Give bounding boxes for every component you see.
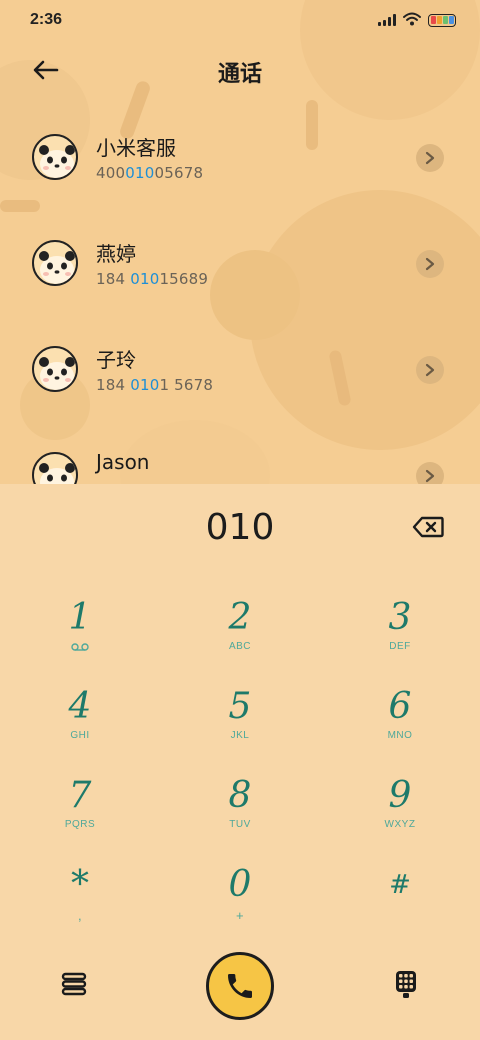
chevron-right-icon[interactable]	[416, 462, 444, 484]
key-2[interactable]: 2 ABC	[180, 596, 300, 676]
avatar	[32, 452, 78, 484]
status-bar: 2:36	[0, 0, 480, 40]
chevron-right-icon[interactable]	[416, 356, 444, 384]
key-7[interactable]: 7 PQRS	[20, 774, 140, 854]
key-6[interactable]: 6 MNO	[340, 685, 460, 765]
key-9[interactable]: 9 WXYZ	[340, 774, 460, 854]
contact-name: 燕婷	[96, 242, 136, 266]
key-8[interactable]: 8 TUV	[180, 774, 300, 854]
backspace-icon[interactable]	[408, 512, 448, 542]
contact-row[interactable]: 燕婷 184 01015689	[0, 210, 480, 316]
status-time: 2:36	[30, 11, 63, 28]
wifi-icon	[403, 11, 421, 30]
key-4[interactable]: 4 GHI	[20, 685, 140, 765]
voicemail-icon	[71, 643, 89, 651]
header: 通话	[0, 44, 480, 96]
phone-icon	[228, 974, 252, 998]
avatar	[32, 134, 78, 180]
menu-icon[interactable]	[58, 968, 90, 1000]
contact-name: 小米客服	[96, 136, 176, 160]
contact-name: Jason	[96, 450, 150, 474]
key-5[interactable]: 5 JKL	[180, 685, 300, 765]
contact-row[interactable]: 子玲 184 0101 5678	[0, 316, 480, 422]
call-button[interactable]	[206, 952, 274, 1020]
battery-icon	[428, 13, 456, 27]
signal-icon	[378, 14, 396, 26]
avatar	[32, 240, 78, 286]
contact-list: 小米客服 40001005678 燕婷 184 01015689 子玲 184 …	[0, 104, 480, 484]
contact-name: 子玲	[96, 348, 136, 372]
contact-number: 184 01015689	[96, 270, 209, 288]
key-0[interactable]: 0 +	[180, 863, 300, 943]
contact-number: 40001005678	[96, 164, 204, 182]
contact-row[interactable]: 小米客服 40001005678	[0, 104, 480, 210]
chevron-right-icon[interactable]	[416, 250, 444, 278]
contact-row[interactable]: Jason	[0, 422, 480, 484]
key-star[interactable]: * ,	[20, 863, 140, 943]
key-3[interactable]: 3 DEF	[340, 596, 460, 676]
key-1[interactable]: 1	[20, 596, 140, 676]
key-hash[interactable]: #	[340, 863, 460, 943]
avatar	[32, 346, 78, 392]
contact-number: 184 0101 5678	[96, 376, 214, 394]
page-title: 通话	[217, 62, 262, 87]
dialpad-icon[interactable]	[390, 968, 422, 1000]
chevron-right-icon[interactable]	[416, 144, 444, 172]
